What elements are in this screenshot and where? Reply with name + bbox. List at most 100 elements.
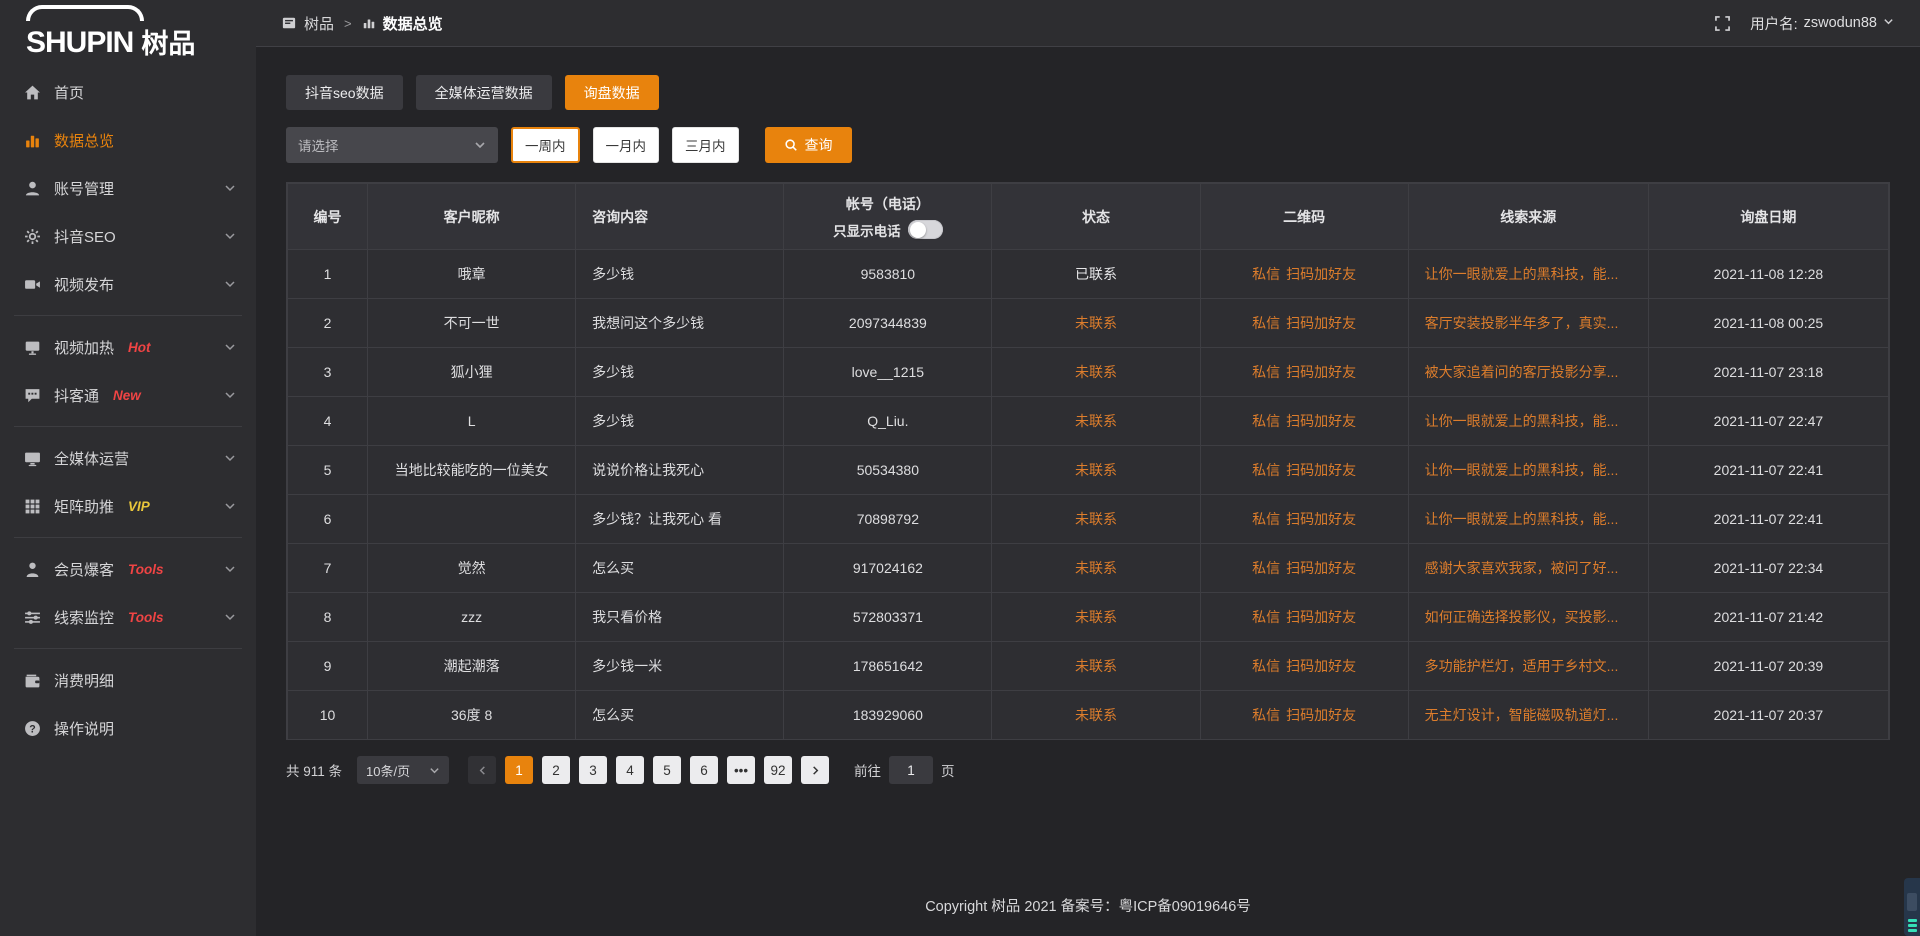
cell-qrcode: 私信扫码加好友 [1200,397,1408,446]
next-page-button[interactable] [801,756,829,784]
account-select[interactable]: 请选择 [286,127,498,163]
sidebar-item[interactable]: 消费明细 [0,656,256,704]
qr-link[interactable]: 私信 [1252,609,1280,625]
sidebar-item[interactable]: 矩阵助推VIP [0,482,256,530]
table-row: 8zzz我只看价格572803371未联系私信扫码加好友如何正确选择投影仪，买投… [288,593,1889,642]
qr-link[interactable]: 私信 [1252,658,1280,674]
menu-badge: Hot [128,340,151,355]
cell-status: 未联系 [992,495,1200,544]
qr-link[interactable]: 私信 [1252,364,1280,380]
page-button[interactable]: 1 [505,756,533,784]
breadcrumb-current-label: 数据总览 [383,13,443,34]
username: zswodun88 [1804,15,1877,31]
sidebar-item[interactable]: 视频加热Hot [0,323,256,371]
qr-link[interactable]: 扫码加好友 [1286,266,1356,282]
main-area: 树品 > 数据总览 用户名: zswodun88 [256,0,1920,936]
sliders-icon [24,609,41,626]
cell-source[interactable]: 如何正确选择投影仪，买投影... [1408,593,1648,642]
fullscreen-icon[interactable] [1715,16,1730,31]
prev-page-button[interactable] [468,756,496,784]
sidebar-item[interactable]: 账号管理 [0,164,256,212]
cell-no: 3 [288,348,368,397]
table-row: 2不可一世我想问这个多少钱2097344839未联系私信扫码加好友客厅安装投影半… [288,299,1889,348]
qr-link[interactable]: 私信 [1252,462,1280,478]
page-size-select[interactable]: 10条/页 [357,756,449,784]
cell-account: 183929060 [784,691,992,740]
cell-source[interactable]: 感谢大家喜欢我家，被问了好... [1408,544,1648,593]
cell-account: 178651642 [784,642,992,691]
breadcrumb-separator: > [344,16,352,31]
corner-widget[interactable] [1904,878,1920,936]
grid-icon [24,498,41,515]
cell-status: 未联系 [992,544,1200,593]
sidebar-item[interactable]: 首页 [0,68,256,116]
qr-link[interactable]: 私信 [1252,413,1280,429]
sidebar-item[interactable]: 数据总览 [0,116,256,164]
qr-link[interactable]: 私信 [1252,560,1280,576]
goto-label: 前往 [854,760,881,780]
cell-source[interactable]: 多功能护栏灯，适用于乡村文... [1408,642,1648,691]
qr-link[interactable]: 扫码加好友 [1286,707,1356,723]
help-icon: ? [24,720,41,737]
page-button[interactable]: 6 [690,756,718,784]
qr-link[interactable]: 扫码加好友 [1286,658,1356,674]
qr-link[interactable]: 扫码加好友 [1286,413,1356,429]
sidebar-item[interactable]: 抖音SEO [0,212,256,260]
qr-link[interactable]: 扫码加好友 [1286,511,1356,527]
more-pages-button[interactable]: ••• [727,756,755,784]
sidebar-item[interactable]: 抖客通New [0,371,256,419]
cell-nickname: zzz [368,593,576,642]
brand-name-cn: 树品 [141,31,195,58]
sidebar-item[interactable]: 全媒体运营 [0,434,256,482]
cell-source[interactable]: 被大家追着问的客厅投影分享... [1408,348,1648,397]
chevron-down-icon [474,139,486,151]
sidebar-item[interactable]: ?操作说明 [0,704,256,752]
qr-link[interactable]: 私信 [1252,511,1280,527]
cell-account: 2097344839 [784,299,992,348]
cell-source[interactable]: 让你一眼就爱上的黑科技，能... [1408,250,1648,299]
period-button[interactable]: 三月内 [672,127,739,163]
period-button[interactable]: 一周内 [511,127,580,163]
qr-link[interactable]: 扫码加好友 [1286,609,1356,625]
phone-only-toggle[interactable] [908,220,943,239]
sidebar-item[interactable]: 线索监控Tools [0,593,256,641]
cell-source[interactable]: 客厅安装投影半年多了，真实... [1408,299,1648,348]
cell-source[interactable]: 让你一眼就爱上的黑科技，能... [1408,446,1648,495]
cell-date: 2021-11-08 12:28 [1648,250,1888,299]
qr-link[interactable]: 私信 [1252,315,1280,331]
tab-button[interactable]: 询盘数据 [565,75,659,110]
cell-qrcode: 私信扫码加好友 [1200,348,1408,397]
search-button[interactable]: 查询 [765,127,852,163]
qr-link[interactable]: 扫码加好友 [1286,462,1356,478]
menu-badge: Tools [128,610,164,625]
cell-no: 9 [288,642,368,691]
qr-link[interactable]: 扫码加好友 [1286,364,1356,380]
qr-link[interactable]: 私信 [1252,707,1280,723]
qr-link[interactable]: 私信 [1252,266,1280,282]
tab-button[interactable]: 全媒体运营数据 [416,75,552,110]
goto-page-input[interactable] [889,756,933,784]
chevron-down-icon [224,611,236,623]
page-button[interactable]: 4 [616,756,644,784]
qr-link[interactable]: 扫码加好友 [1286,560,1356,576]
sidebar-item[interactable]: 会员爆客Tools [0,545,256,593]
page-button[interactable]: 2 [542,756,570,784]
page-button[interactable]: 92 [764,756,792,784]
cell-source[interactable]: 无主灯设计，智能磁吸轨道灯... [1408,691,1648,740]
breadcrumb-root[interactable]: 树品 [304,13,334,34]
menu-badge: New [113,388,141,403]
page-button[interactable]: 5 [653,756,681,784]
cell-date: 2021-11-07 22:41 [1648,495,1888,544]
sidebar-item[interactable]: 视频发布 [0,260,256,308]
user-menu[interactable]: 用户名: zswodun88 [1750,13,1894,34]
tab-button[interactable]: 抖音seo数据 [286,75,403,110]
qr-link[interactable]: 扫码加好友 [1286,315,1356,331]
period-button[interactable]: 一月内 [593,127,660,163]
page-button[interactable]: 3 [579,756,607,784]
cell-source[interactable]: 让你一眼就爱上的黑科技，能... [1408,495,1648,544]
table-header: 编号客户昵称咨询内容帐号（电话）只显示电话状态二维码线索来源询盘日期 [288,184,1889,250]
sidebar-item-label: 矩阵助推 [54,496,114,517]
cell-source[interactable]: 让你一眼就爱上的黑科技，能... [1408,397,1648,446]
wallet-icon [24,672,41,689]
select-placeholder: 请选择 [298,135,339,155]
